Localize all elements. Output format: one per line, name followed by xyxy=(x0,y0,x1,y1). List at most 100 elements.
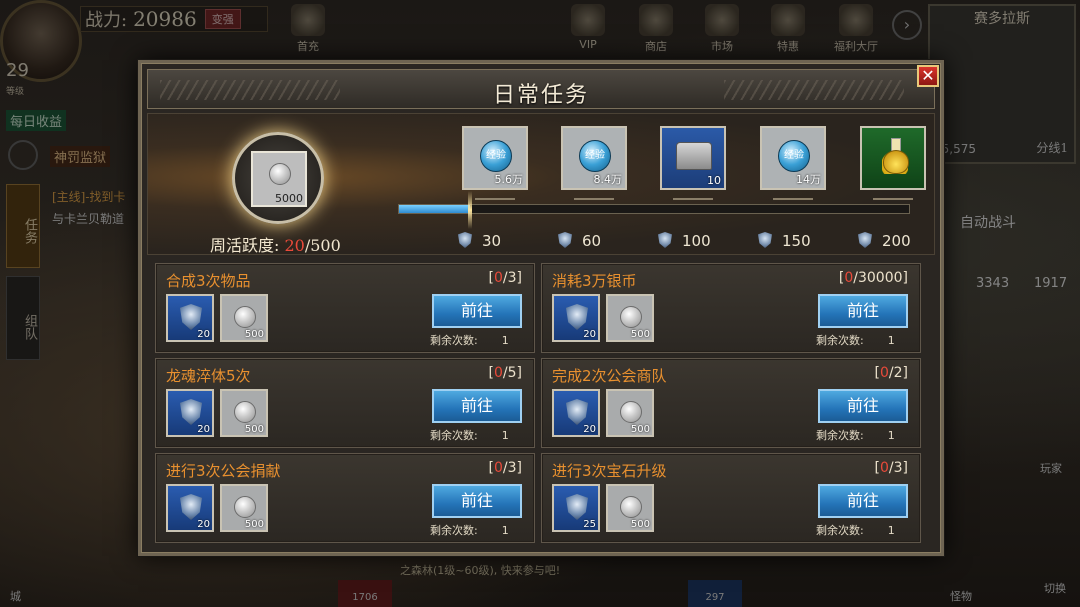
task-progress: [0/3] xyxy=(488,270,523,286)
back-arrow-icon[interactable] xyxy=(8,140,38,170)
tab-team[interactable]: 组队 xyxy=(6,276,40,360)
go-button[interactable]: 前往 xyxy=(432,389,522,423)
daily-income-button[interactable]: 每日收益 xyxy=(6,110,67,131)
task-card: 合成3次物品 [0/3] 20 500 前往 剩余次数: 1 xyxy=(155,263,535,353)
task-progress: [0/30000] xyxy=(838,270,908,286)
reward-box-150[interactable]: 经验 14万 xyxy=(760,126,826,190)
reward-box-30[interactable]: 经验 5.6万 xyxy=(462,126,528,190)
vip-button[interactable]: VIP xyxy=(556,4,620,54)
modal-header: 日常任务 xyxy=(147,69,935,109)
shop-label: 商店 xyxy=(645,40,667,53)
reward-box-100[interactable]: 10 xyxy=(660,126,726,190)
remaining-count: 剩余次数: 1 xyxy=(816,522,895,538)
go-button[interactable]: 前往 xyxy=(818,484,908,518)
reward-activity-item[interactable]: 20 xyxy=(166,389,214,437)
remaining-label: 剩余次数: xyxy=(816,334,864,347)
exp-orb-icon: 经验 xyxy=(579,140,611,172)
reward-qty: 14万 xyxy=(796,173,821,186)
market-label: 市场 xyxy=(711,40,733,53)
reward-activity-item[interactable]: 20 xyxy=(166,484,214,532)
treasure-chest-icon xyxy=(676,142,712,170)
reward-coin-item[interactable]: 500 xyxy=(220,389,268,437)
task-progress-current: 0 xyxy=(493,365,503,381)
switch-button[interactable]: 切换 xyxy=(1044,580,1066,596)
remaining-label: 剩余次数: xyxy=(430,524,478,537)
go-button[interactable]: 前往 xyxy=(818,389,908,423)
player-level-label: 等级 xyxy=(6,87,25,97)
main-quest-text[interactable]: [主线]-找到卡 xyxy=(52,188,125,205)
auto-fight-button[interactable]: 自动战斗 xyxy=(960,212,1016,232)
dungeon-label[interactable]: 神罚监狱 xyxy=(50,146,111,167)
vip-icon xyxy=(571,4,605,36)
remaining-label: 剩余次数: xyxy=(816,429,864,442)
reward-qty: 500 xyxy=(630,519,650,530)
reward-activity-item[interactable]: 20 xyxy=(166,294,214,342)
player-button[interactable]: 玩家 xyxy=(1040,460,1062,476)
reward-coin-item[interactable]: 500 xyxy=(220,484,268,532)
weekly-big-reward[interactable]: 5000 xyxy=(232,132,324,224)
activity-shield-icon xyxy=(566,494,588,520)
activity-shield-icon xyxy=(566,399,588,425)
task-progress: [0/3] xyxy=(488,460,523,476)
hp-orb: 1706 xyxy=(338,580,392,607)
weekly-activity-label: 周活跃度: xyxy=(210,236,280,255)
task-progress: [0/5] xyxy=(488,365,523,381)
mp-orb: 297 xyxy=(688,580,742,607)
reward-box-200[interactable] xyxy=(860,126,926,190)
milestone-value: 100 xyxy=(682,232,711,250)
weekly-activity-panel: 5000 周活跃度: 20/500 经验 5.6万 经验 8.4万 10 经验 … xyxy=(147,113,935,255)
remaining-label: 剩余次数: xyxy=(430,429,478,442)
go-button[interactable]: 前往 xyxy=(432,484,522,518)
task-progress-current: 0 xyxy=(879,460,889,476)
activity-shield-icon xyxy=(458,232,472,248)
hp-potion-count: 3343 xyxy=(976,276,1010,291)
player-level: 29 xyxy=(6,60,29,81)
task-progress-current: 0 xyxy=(493,270,503,286)
big-reward-qty: 5000 xyxy=(275,192,303,205)
milestone-value: 60 xyxy=(582,232,602,250)
expand-arrow-icon[interactable]: › xyxy=(892,10,922,40)
remaining-count: 剩余次数: 1 xyxy=(816,332,895,348)
activity-shield-icon xyxy=(758,232,772,248)
reward-activity-item[interactable]: 20 xyxy=(552,389,600,437)
market-button[interactable]: 市场 xyxy=(690,4,754,54)
main-quest-desc: 与卡兰贝勒道 xyxy=(52,212,125,226)
potion-flask-icon xyxy=(882,138,909,174)
first-recharge-button[interactable]: 首充 xyxy=(276,4,340,54)
city-button[interactable]: 城 xyxy=(10,588,21,604)
remaining-value: 1 xyxy=(501,334,509,347)
tab-quest[interactable]: 任务 xyxy=(6,184,40,268)
reward-coin-item[interactable]: 500 xyxy=(606,484,654,532)
silver-coin-icon xyxy=(620,306,642,328)
pet-button[interactable]: 怪物 xyxy=(950,588,972,604)
become-stronger-button[interactable]: 变强 xyxy=(204,9,241,29)
reward-activity-item[interactable]: 25 xyxy=(552,484,600,532)
go-button[interactable]: 前往 xyxy=(432,294,522,328)
deal-label: 特惠 xyxy=(777,40,799,53)
task-card: 进行3次宝石升级 [0/3] 25 500 前往 剩余次数: 1 xyxy=(541,453,921,543)
shop-icon xyxy=(639,4,673,36)
reward-coin-item[interactable]: 500 xyxy=(606,294,654,342)
activity-shield-icon xyxy=(180,494,202,520)
weekly-activity: 周活跃度: 20/500 xyxy=(210,232,341,256)
daily-tasks-modal: 日常任务 ✕ 5000 周活跃度: 20/500 经验 5.6万 经验 8.4万… xyxy=(138,60,944,556)
reward-activity-item[interactable]: 20 xyxy=(552,294,600,342)
silver-coin-icon xyxy=(269,163,291,185)
activity-shield-icon xyxy=(180,399,202,425)
progress-spark xyxy=(468,191,473,229)
mp-potion-count: 1917 xyxy=(1034,276,1068,291)
task-progress: [0/3] xyxy=(874,460,909,476)
milestone-100: 100 xyxy=(658,232,711,250)
minimap[interactable]: 赛多拉斯 45,575 分线1 xyxy=(928,4,1076,164)
go-button[interactable]: 前往 xyxy=(818,294,908,328)
reward-coin-item[interactable]: 500 xyxy=(220,294,268,342)
bottom-notice: 之森林(1级~60级), 快来参与吧! xyxy=(400,564,561,577)
reward-qty: 25 xyxy=(583,519,596,530)
shop-button[interactable]: 商店 xyxy=(624,4,688,54)
close-button[interactable]: ✕ xyxy=(917,65,939,87)
reward-box-60[interactable]: 经验 8.4万 xyxy=(561,126,627,190)
reward-coin-item[interactable]: 500 xyxy=(606,389,654,437)
task-card: 完成2次公会商队 [0/2] 20 500 前往 剩余次数: 1 xyxy=(541,358,921,448)
deal-button[interactable]: 特惠 xyxy=(756,4,820,54)
welfare-button[interactable]: 福利大厅 xyxy=(824,4,888,54)
